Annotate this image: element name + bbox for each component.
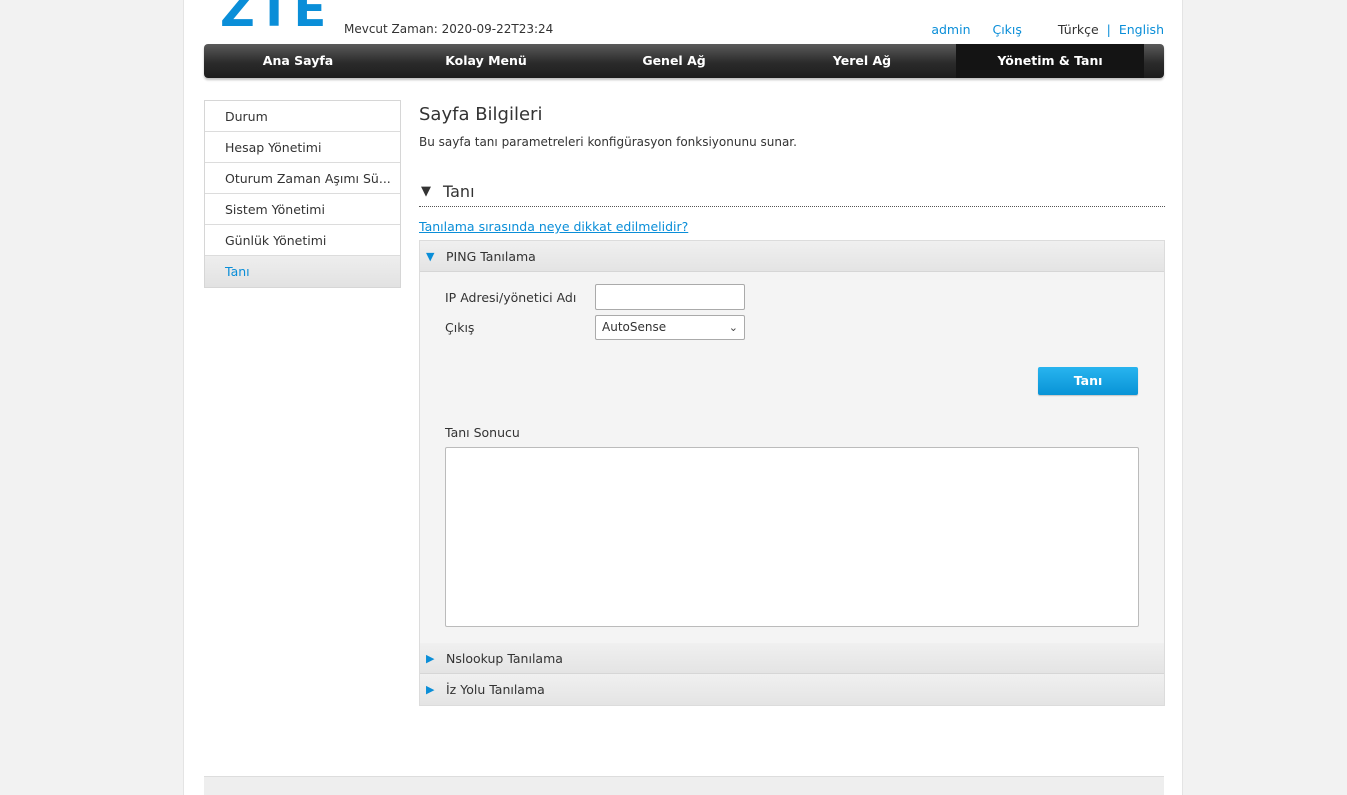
main-content: Sayfa Bilgileri Bu sayfa tanı parametrel… (419, 100, 1165, 706)
sidebar-item-hesap-yonetimi[interactable]: Hesap Yönetimi (205, 132, 400, 163)
lang-english-link[interactable]: English (1119, 22, 1164, 37)
nav-item-kolay-menu[interactable]: Kolay Menü (392, 44, 580, 78)
nslookup-panel-title: Nslookup Tanılama (446, 650, 563, 666)
current-time: Mevcut Zaman: 2020-09-22T23:24 (344, 22, 554, 36)
sidebar-item-oturum-zaman-asimi[interactable]: Oturum Zaman Aşımı Sü... (205, 163, 400, 194)
traceroute-panel-header[interactable]: ▶ İz Yolu Tanılama (420, 674, 1164, 705)
sidebar-item-gunluk-yonetimi[interactable]: Günlük Yönetimi (205, 225, 400, 256)
logout-link[interactable]: Çıkış (992, 22, 1021, 37)
egress-label: Çıkış (445, 320, 475, 335)
page-description: Bu sayfa tanı parametreleri konfigürasyo… (419, 135, 797, 149)
expanded-arrow-icon: ▼ (426, 249, 435, 263)
diagnostics-panel: ▼ PING Tanılama IP Adresi/yönetici Adı Ç… (419, 240, 1165, 706)
section-title: Tanı (443, 182, 475, 201)
sidebar-item-tani[interactable]: Tanı (205, 256, 400, 287)
ip-address-input[interactable] (595, 284, 745, 310)
nslookup-panel-header[interactable]: ▶ Nslookup Tanılama (420, 643, 1164, 674)
chevron-down-icon: ⌄ (728, 321, 738, 334)
ping-panel-body: IP Adresi/yönetici Adı Çıkış AutoSense ⌄… (420, 272, 1164, 643)
sidebar-item-sistem-yonetimi[interactable]: Sistem Yönetimi (205, 194, 400, 225)
collapsed-arrow-icon: ▶ (426, 651, 435, 665)
collapsed-arrow-icon: ▶ (426, 683, 435, 696)
section-header-tani[interactable]: ▼ Tanı (419, 177, 1165, 207)
ping-panel-header[interactable]: ▼ PING Tanılama (420, 241, 1164, 272)
result-label: Tanı Sonucu (445, 425, 520, 440)
nav-item-yerel-ag[interactable]: Yerel Ağ (768, 44, 956, 78)
sidebar: Durum Hesap Yönetimi Oturum Zaman Aşımı … (204, 100, 401, 288)
egress-select[interactable]: AutoSense ⌄ (595, 315, 745, 340)
page-container: ZTE Mevcut Zaman: 2020-09-22T23:24 admin… (183, 0, 1183, 795)
sidebar-item-durum[interactable]: Durum (205, 101, 400, 132)
nav-item-ana-sayfa[interactable]: Ana Sayfa (204, 44, 392, 78)
nav-item-genel-ag[interactable]: Genel Ağ (580, 44, 768, 78)
zte-logo: ZTE (220, 0, 330, 38)
top-right-links: admin Çıkış Türkçe | English (931, 22, 1164, 37)
page-title: Sayfa Bilgileri (419, 104, 543, 125)
help-link[interactable]: Tanılama sırasında neye dikkat edilmelid… (419, 219, 688, 234)
ip-address-label: IP Adresi/yönetici Adı (445, 290, 577, 305)
nav-item-yonetim-tani[interactable]: Yönetim & Tanı (956, 44, 1144, 78)
egress-select-value: AutoSense (602, 320, 667, 334)
lang-separator: | (1106, 22, 1111, 37)
traceroute-panel-title: İz Yolu Tanılama (446, 682, 545, 697)
main-nav: Ana Sayfa Kolay Menü Genel Ağ Yerel Ağ Y… (204, 44, 1164, 78)
lang-current: Türkçe (1057, 22, 1099, 37)
collapse-triangle-icon: ▼ (421, 184, 431, 199)
ping-panel-title: PING Tanılama (446, 248, 536, 264)
user-link[interactable]: admin (931, 22, 970, 37)
diagnose-button[interactable]: Tanı (1038, 367, 1138, 395)
result-textarea[interactable] (445, 447, 1139, 627)
footer (204, 776, 1164, 795)
